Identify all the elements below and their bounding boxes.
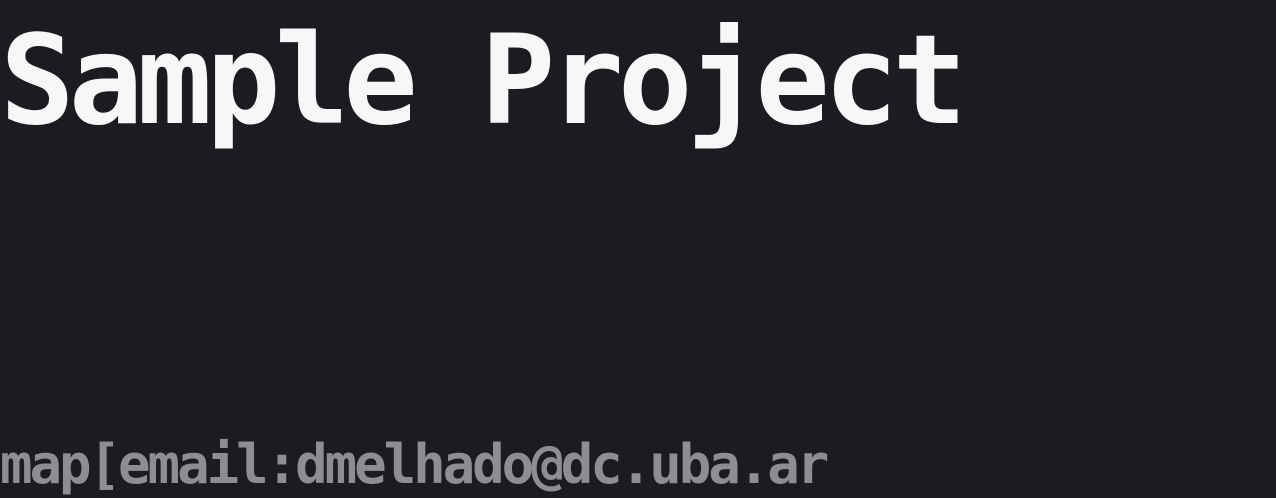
author-email: map[email:dmelhado@dc.uba.ar [0,433,829,496]
slide: Sample Project map[email:dmelhado@dc.uba… [0,0,1276,498]
slide-title: Sample Project [0,9,967,153]
